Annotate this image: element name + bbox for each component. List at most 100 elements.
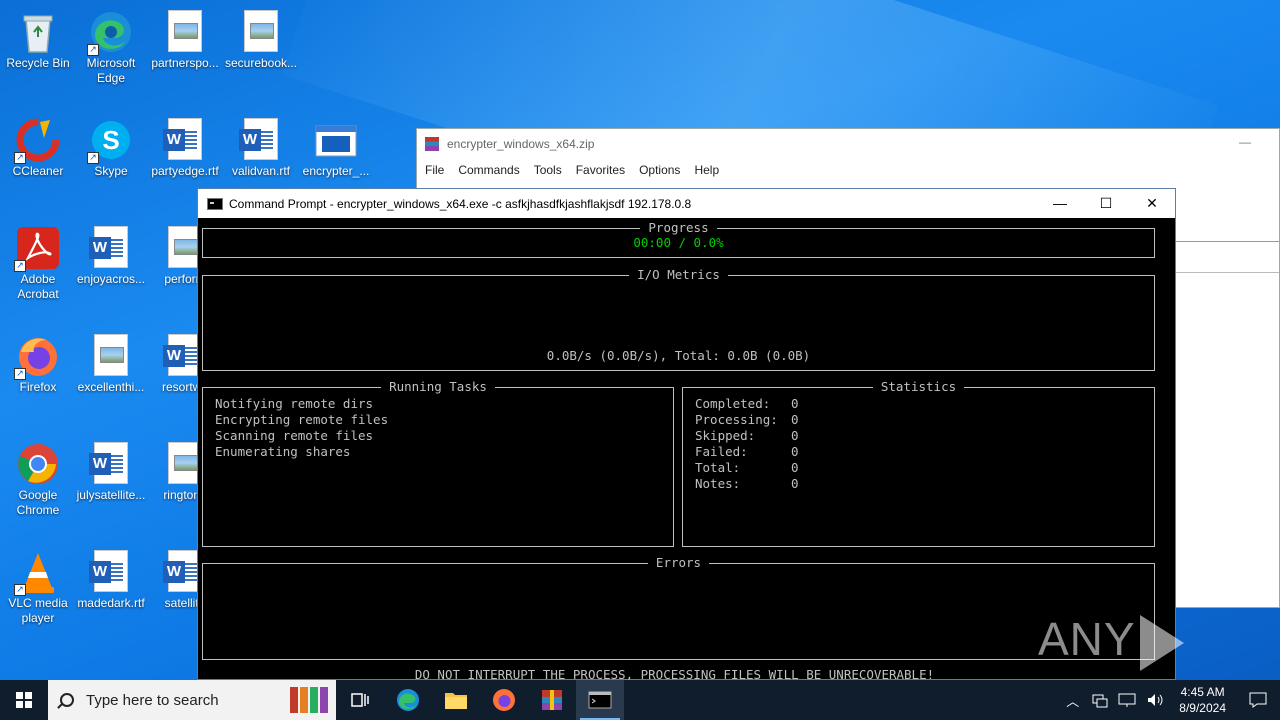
io-metrics-title: I/O Metrics <box>629 267 728 282</box>
speaker-icon[interactable] <box>1146 692 1164 708</box>
monitor-icon[interactable] <box>1118 692 1136 708</box>
desktop-icon-label: partnerspo... <box>151 56 219 70</box>
progress-title: Progress <box>640 220 717 235</box>
command-prompt-icon <box>588 691 612 709</box>
taskbar-edge[interactable] <box>384 680 432 720</box>
desktop-icon-validvan[interactable]: W validvan.rtf <box>223 114 299 179</box>
network-icon[interactable] <box>1092 692 1108 708</box>
desktop-icon-label: securebook... <box>224 56 298 70</box>
desktop-icon-partyedge[interactable]: W partyedge.rtf <box>147 114 223 179</box>
menu-commands[interactable]: Commands <box>458 163 519 177</box>
minimize-button[interactable]: — <box>1037 189 1083 218</box>
desktop-icon-julysatellite[interactable]: W julysatellite... <box>73 438 149 503</box>
menu-options[interactable]: Options <box>639 163 680 177</box>
winrar-file-list[interactable] <box>1175 241 1279 583</box>
desktop-icon-excellenthi[interactable]: excellenthi... <box>73 330 149 395</box>
desktop-icon-madedark[interactable]: W madedark.rtf <box>73 546 149 611</box>
desktop-icon-firefox[interactable]: ↗ Firefox <box>0 330 76 395</box>
warning-footer: DO NOT INTERRUPT THE PROCESS, PROCESSING… <box>414 667 935 680</box>
anyrun-watermark: ANY RUN <box>1038 612 1280 680</box>
close-button[interactable]: ✕ <box>1129 189 1175 218</box>
edge-icon <box>397 689 419 711</box>
desktop-icon-label: madedark.rtf <box>77 596 145 610</box>
menu-help[interactable]: Help <box>694 163 719 177</box>
stat-label: Processing: <box>695 412 778 427</box>
taskbar-search-box[interactable]: Type here to search <box>48 680 336 720</box>
desktop-icon-partnerspo[interactable]: partnerspo... <box>147 6 223 71</box>
stat-value: 0 <box>791 428 799 443</box>
desktop-icon-label: Google Chrome <box>16 488 60 517</box>
menu-file[interactable]: File <box>425 163 444 177</box>
winrar-icon <box>542 690 562 710</box>
system-tray: ︿ 4:45 AM 8/9/2024 <box>1058 680 1280 720</box>
taskbar-clock[interactable]: 4:45 AM 8/9/2024 <box>1179 684 1226 716</box>
desktop-icon-microsoft-edge[interactable]: ↗ Microsoft Edge <box>73 6 149 86</box>
stat-value: 0 <box>791 444 799 459</box>
taskbar-firefox[interactable] <box>480 680 528 720</box>
taskbar-file-explorer[interactable] <box>432 680 480 720</box>
winrar-titlebar[interactable]: encrypter_windows_x64.zip — <box>417 129 1279 159</box>
desktop-icon-label: Skype <box>94 164 128 178</box>
stat-label: Total: <box>695 460 741 475</box>
chevron-up-icon[interactable]: ︿ <box>1066 691 1079 710</box>
console-output[interactable]: Progress 00:00 / 0.0% I/O Metrics 0.0B/s… <box>198 218 1175 680</box>
menu-favorites[interactable]: Favorites <box>576 163 625 177</box>
cmd-titlebar[interactable]: Command Prompt - encrypter_windows_x64.e… <box>198 189 1175 218</box>
desktop-icon-google-chrome[interactable]: Google Chrome <box>0 438 76 518</box>
notification-center-button[interactable] <box>1236 680 1280 720</box>
recycle-bin-icon <box>16 10 60 54</box>
desktop-icon-securebook[interactable]: securebook... <box>223 6 299 71</box>
stat-value: 0 <box>791 412 799 427</box>
desktop-icon-label: Microsoft Edge <box>86 56 136 85</box>
taskbar-command-prompt[interactable] <box>576 680 624 720</box>
maximize-button[interactable]: ☐ <box>1083 189 1129 218</box>
word-file-icon: W <box>89 442 133 486</box>
task-item: Enumerating shares <box>215 444 351 459</box>
running-tasks-title: Running Tasks <box>381 379 495 394</box>
task-item: Notifying remote dirs <box>215 396 374 411</box>
stat-label: Completed: <box>695 396 771 411</box>
vlc-icon: ↗ <box>14 550 60 596</box>
minimize-icon[interactable]: — <box>1239 135 1251 149</box>
play-logo-icon <box>1139 614 1184 671</box>
desktop-icon-enjoyacros[interactable]: W enjoyacros... <box>73 222 149 287</box>
winrar-menubar: File Commands Tools Favorites Options He… <box>417 159 1279 181</box>
menu-tools[interactable]: Tools <box>534 163 562 177</box>
desktop-icon-label: Firefox <box>19 380 57 394</box>
desktop-icon-label: enjoyacros... <box>76 272 146 286</box>
ccleaner-icon: ↗ <box>14 118 60 164</box>
watermark-right: RUN <box>1038 672 1141 680</box>
progress-value: 00:00 / 0.0% <box>633 235 724 250</box>
task-view-icon <box>351 693 369 707</box>
chrome-icon <box>16 442 60 486</box>
image-file-icon <box>89 334 133 378</box>
desktop-icon-label: Adobe Acrobat <box>17 272 59 301</box>
word-file-icon: W <box>89 226 133 270</box>
statistics-title: Statistics <box>872 379 965 394</box>
task-view-button[interactable] <box>336 680 384 720</box>
statistics-panel: Statistics Completed: 0 Processing: 0 Sk… <box>682 379 1155 547</box>
desktop-icon-adobe-acrobat[interactable]: ↗ Adobe Acrobat <box>0 222 76 302</box>
command-prompt-icon <box>207 197 223 210</box>
firefox-icon: ↗ <box>14 334 60 380</box>
desktop-icon-recycle-bin[interactable]: Recycle Bin <box>0 6 76 71</box>
notification-icon <box>1249 692 1267 708</box>
taskbar-winrar[interactable] <box>528 680 576 720</box>
firefox-icon <box>493 689 515 711</box>
search-highlight-icon <box>290 687 328 713</box>
edge-icon: ↗ <box>87 10 133 56</box>
start-button[interactable] <box>0 680 48 720</box>
command-prompt-window[interactable]: Command Prompt - encrypter_windows_x64.e… <box>197 188 1176 680</box>
desktop-icon-encrypter[interactable]: encrypter_... <box>298 114 374 179</box>
stat-value: 0 <box>791 396 799 411</box>
svg-text:S: S <box>102 125 119 155</box>
acrobat-icon: ↗ <box>14 226 60 272</box>
stat-value: 0 <box>791 460 799 475</box>
desktop-icon-vlc[interactable]: ↗ VLC media player <box>0 546 76 626</box>
desktop-icon-label: encrypter_... <box>302 164 370 178</box>
file-explorer-icon <box>445 693 467 709</box>
desktop-icon-ccleaner[interactable]: ↗ CCleaner <box>0 114 76 179</box>
desktop-icon-label: VLC media player <box>8 596 68 625</box>
desktop-icon-skype[interactable]: S ↗ Skype <box>73 114 149 179</box>
task-item: Scanning remote files <box>215 428 374 443</box>
